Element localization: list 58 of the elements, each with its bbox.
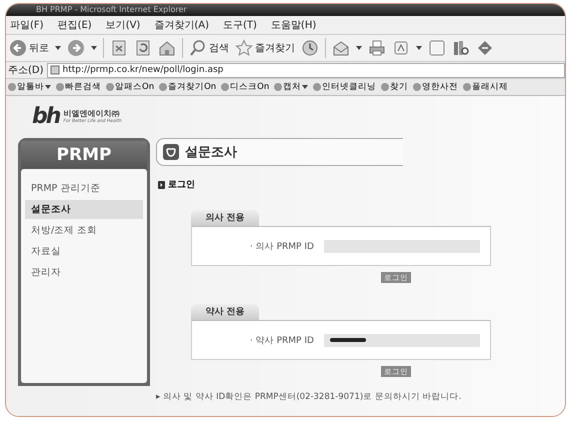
toolbar-button[interactable]: 즐겨찾기 <box>235 39 295 57</box>
logo-mark: bh <box>32 104 60 128</box>
address-field[interactable]: http://prmp.co.kr/new/poll/login.asp <box>46 62 565 78</box>
link-button[interactable]: 디스크On <box>221 81 270 93</box>
notice-text: ▸ 의사 및 약사 ID확인은 PRMP센터(02-3281-9071)로 문의하시기 바랍니다. <box>156 391 462 403</box>
caret-icon[interactable] <box>45 85 51 89</box>
input-field[interactable] <box>324 334 480 346</box>
arrow-right-icon[interactable] <box>67 39 85 57</box>
window-title: BH PRMP - Microsoft Internet Explorer <box>6 4 565 16</box>
clock-icon[interactable] <box>301 39 319 57</box>
sidebar-item[interactable]: 처방/조제 조회 <box>25 221 143 240</box>
menu-item[interactable]: 즐겨찾기(A) <box>154 18 209 32</box>
sidebar-title: PRMP <box>21 141 147 169</box>
link-button[interactable]: 알툴바 <box>8 81 51 93</box>
menu-item[interactable]: 도구(T) <box>223 18 257 32</box>
menu-item[interactable]: 도움말(H) <box>270 18 316 32</box>
diamond-icon[interactable] <box>476 39 494 57</box>
link-button[interactable]: 찾기 <box>381 81 408 93</box>
input-field[interactable] <box>324 240 480 252</box>
field-label: · 약사 PRMP ID <box>250 334 314 346</box>
caret-icon[interactable] <box>91 46 97 50</box>
printer-icon[interactable] <box>368 39 386 57</box>
search-icon[interactable] <box>189 39 207 57</box>
bullet-icon <box>158 180 165 188</box>
menu-item[interactable]: 편집(E) <box>58 18 92 32</box>
arrow-left-icon[interactable] <box>9 39 27 57</box>
caret-icon[interactable] <box>302 85 308 89</box>
refresh-icon[interactable] <box>134 39 152 57</box>
page-title: 설문조사 <box>185 144 237 161</box>
sidebar-item[interactable]: 자료실 <box>25 242 143 261</box>
toolbar-button[interactable]: 뒤로 <box>9 39 49 57</box>
page-icon <box>50 65 60 75</box>
caret-icon[interactable] <box>356 46 362 50</box>
link-button[interactable]: 즐겨찾기On <box>159 81 216 93</box>
menu-item[interactable]: 보기(V) <box>106 18 140 32</box>
stop-icon[interactable] <box>110 39 128 57</box>
link-button[interactable]: 캡처 <box>274 81 308 93</box>
sidebar-item[interactable]: PRMP 관리기준 <box>25 179 143 198</box>
blank-page-icon[interactable] <box>428 39 446 57</box>
envelope-icon[interactable] <box>332 39 350 57</box>
sidebar-item[interactable]: 설문조사 <box>25 200 143 219</box>
caret-icon[interactable] <box>416 46 422 50</box>
caret-icon[interactable] <box>55 46 61 50</box>
menu-item[interactable]: 파일(F) <box>10 18 44 32</box>
address-label: 주소(D) <box>8 64 44 77</box>
field-label: · 의사 PRMP ID <box>250 240 314 252</box>
link-button[interactable]: 빠른검색 <box>56 81 101 93</box>
link-button[interactable]: 인터넷클리닝 <box>313 81 376 93</box>
section-title: 로그인 <box>168 179 195 191</box>
link-button[interactable]: 알패스On <box>106 81 154 93</box>
survey-icon <box>163 144 179 160</box>
home-icon[interactable] <box>158 39 176 57</box>
sidebar-item[interactable]: 관리자 <box>25 263 143 282</box>
company-name: 비엘엔에이치㈜ <box>63 108 120 118</box>
link-button[interactable]: 영한사전 <box>413 81 458 93</box>
toolbar-button[interactable]: 검색 <box>189 39 229 57</box>
star-icon[interactable] <box>235 39 253 57</box>
link-button[interactable]: 플래시제 <box>463 81 508 93</box>
